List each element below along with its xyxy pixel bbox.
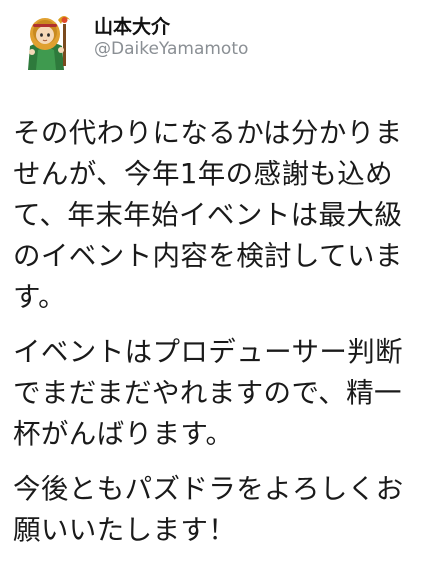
tweet-header: 山本大介 @DaikeYamamoto xyxy=(14,6,424,78)
avatar-character-icon xyxy=(28,16,70,70)
avatar[interactable] xyxy=(14,8,78,72)
text-line: 今後ともパズドラをよろしくお xyxy=(13,473,404,505)
text-line: その代わりになるかは分かりま xyxy=(13,117,403,149)
tweet-paragraph: 今後ともパズドラをよろしくお 願いいたします！ xyxy=(13,469,425,551)
author-handle[interactable]: @DaikeYamamoto xyxy=(94,39,248,59)
text-line: のイベント内容を検討していま xyxy=(13,240,403,272)
tweet-text: その代わりになるかは分かりま せんが、今年1年の感謝も込め て、年末年始イベント… xyxy=(13,113,425,565)
text-line: イベントはプロデューサー判断 xyxy=(13,336,404,368)
text-line: 杯がんばります。 xyxy=(13,418,234,450)
text-line: て、年末年始イベントは最大級 xyxy=(13,199,403,231)
text-line: でまだまだやれますので、精一 xyxy=(13,377,402,409)
tweet-paragraph: イベントはプロデューサー判断 でまだまだやれますので、精一 杯がんばります。 xyxy=(13,332,425,455)
text-line: 願いいたします！ xyxy=(13,514,237,546)
tweet-paragraph: その代わりになるかは分かりま せんが、今年1年の感謝も込め て、年末年始イベント… xyxy=(13,113,425,318)
text-line: せんが、今年1年の感謝も込め xyxy=(13,158,394,190)
author-name[interactable]: 山本大介 xyxy=(94,12,170,39)
text-line: す。 xyxy=(13,281,67,313)
tweet-card: 山本大介 @DaikeYamamoto その代わりになるかは分かりま せんが、今… xyxy=(0,0,435,546)
